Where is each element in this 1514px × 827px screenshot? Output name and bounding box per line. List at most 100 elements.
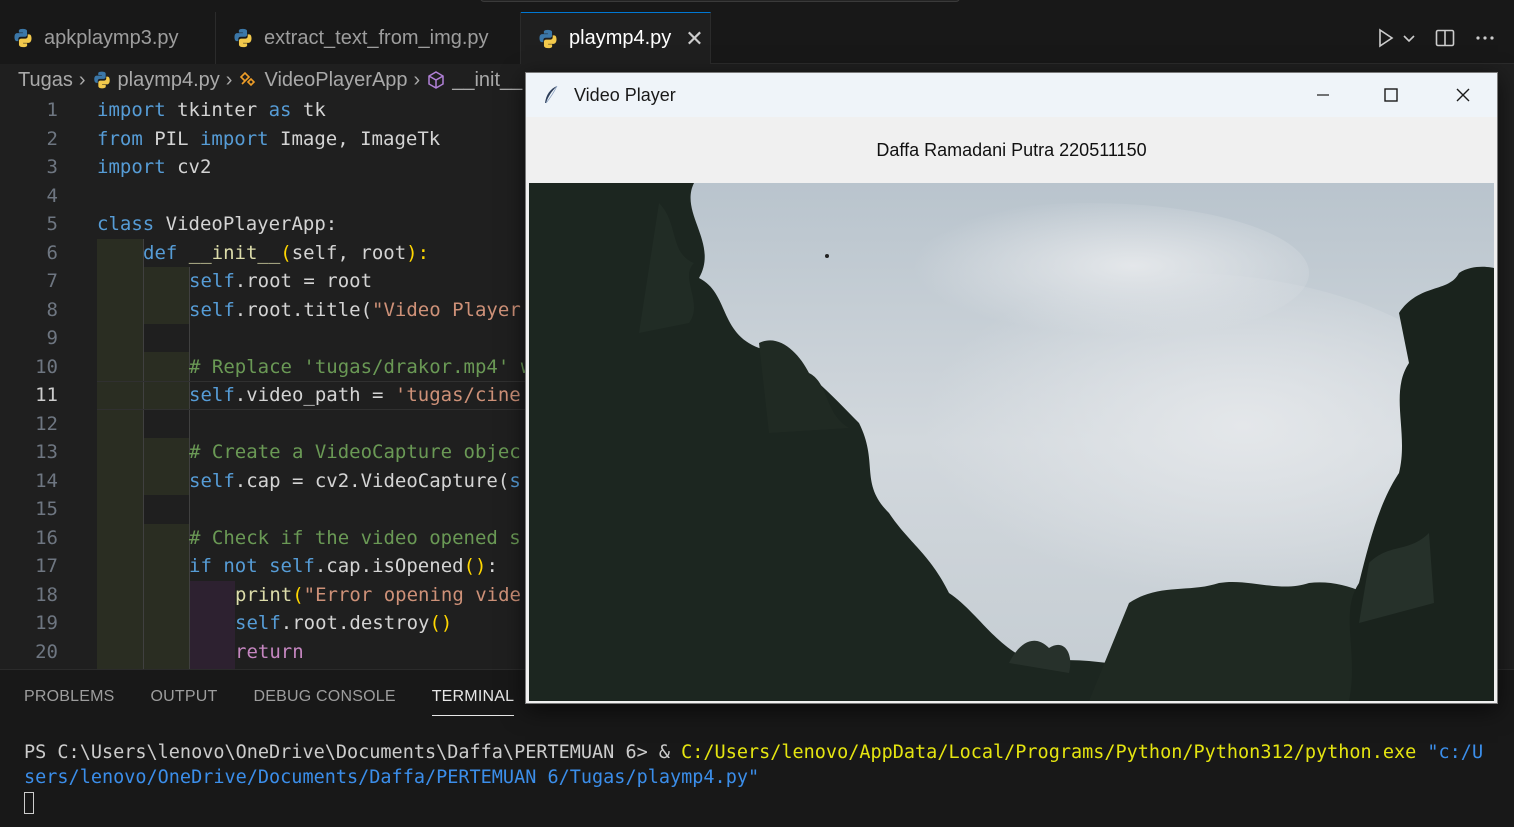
minimize-icon bbox=[1317, 94, 1329, 96]
line-number: 9 bbox=[46, 327, 58, 349]
token: # Replace 'tugas/drakor.mp4' w bbox=[189, 355, 533, 378]
panel-tabs: PROBLEMS OUTPUT DEBUG CONSOLE TERMINAL P bbox=[0, 670, 573, 716]
chevron-right-icon: › bbox=[78, 68, 86, 91]
run-icon[interactable] bbox=[1374, 27, 1396, 49]
token: as bbox=[268, 99, 292, 121]
token: # Check if the video opened s bbox=[189, 526, 521, 549]
tab-label: playmp4.py bbox=[569, 27, 672, 49]
command-center[interactable] bbox=[480, 0, 960, 2]
more-actions-icon[interactable] bbox=[1474, 27, 1496, 49]
token: self bbox=[189, 384, 235, 406]
breadcrumb-method[interactable]: __init__ bbox=[452, 69, 522, 92]
token: import bbox=[97, 156, 166, 178]
tab-label: apkplaymp3.py bbox=[44, 26, 179, 49]
tab-label: extract_text_from_img.py bbox=[264, 26, 489, 49]
token: from bbox=[97, 127, 143, 150]
close-button[interactable] bbox=[1430, 73, 1496, 117]
token: .cap = cv2.VideoCapture( bbox=[234, 469, 510, 492]
token: if bbox=[189, 555, 212, 577]
line-number: 7 bbox=[46, 270, 58, 292]
video-frame-image bbox=[529, 183, 1494, 701]
tab-extract-text-from-img[interactable]: extract_text_from_img.py bbox=[216, 12, 521, 64]
breadcrumb-file[interactable]: playmp4.py bbox=[118, 69, 220, 92]
method-icon bbox=[428, 71, 444, 89]
maximize-icon bbox=[1384, 88, 1398, 102]
line-number: 16 bbox=[35, 526, 58, 549]
line-number: 3 bbox=[46, 156, 58, 178]
token: .root.title( bbox=[234, 298, 373, 321]
line-number: 19 bbox=[35, 612, 58, 634]
breadcrumb-class[interactable]: VideoPlayerApp bbox=[264, 69, 407, 92]
tab-terminal[interactable]: TERMINAL bbox=[431, 670, 515, 716]
token: def bbox=[143, 241, 178, 264]
maximize-button[interactable] bbox=[1358, 73, 1424, 117]
close-icon[interactable]: ✕ bbox=[685, 26, 703, 52]
token: , bbox=[337, 241, 361, 264]
token: s bbox=[509, 469, 521, 492]
line-number: 11 bbox=[35, 384, 58, 406]
line-number: 6 bbox=[46, 241, 58, 264]
tab-debug-console[interactable]: DEBUG CONSOLE bbox=[254, 670, 396, 716]
terminal-output[interactable]: PS C:\Users\lenovo\OneDrive\Documents\Da… bbox=[24, 740, 1494, 815]
terminal-exe-path: C:/Users/lenovo/AppData/Local/Programs/P… bbox=[681, 742, 1417, 763]
token: not bbox=[211, 555, 270, 577]
line-number: 10 bbox=[35, 355, 58, 378]
author-label: Daffa Ramadani Putra 220511150 bbox=[876, 139, 1147, 160]
breadcrumb-folder[interactable]: Tugas bbox=[18, 69, 73, 92]
line-number: 17 bbox=[35, 555, 58, 577]
token: import bbox=[97, 99, 166, 121]
line-number: 18 bbox=[35, 583, 58, 606]
line-number: 8 bbox=[46, 298, 58, 321]
token: .root = root bbox=[234, 270, 373, 292]
token: import bbox=[199, 127, 269, 150]
token: ( bbox=[292, 583, 304, 606]
token: 'tugas/cine bbox=[394, 384, 521, 406]
token: class bbox=[97, 213, 155, 235]
token: "Video Player bbox=[372, 298, 521, 321]
window-title-bar[interactable]: Video Player bbox=[526, 73, 1497, 117]
minimize-button[interactable] bbox=[1290, 73, 1356, 117]
token: print bbox=[235, 583, 293, 606]
token: ): bbox=[406, 241, 430, 264]
chevron-down-icon[interactable] bbox=[1402, 31, 1416, 45]
class-icon bbox=[240, 71, 256, 87]
token: cv2 bbox=[165, 156, 212, 178]
video-frame bbox=[529, 183, 1494, 701]
tab-output[interactable]: OUTPUT bbox=[151, 670, 218, 716]
token: return bbox=[235, 640, 304, 663]
tab-apkplaymp3[interactable]: apkplaymp3.py bbox=[0, 12, 216, 64]
token: self bbox=[189, 270, 235, 292]
token: .video_path = bbox=[234, 384, 395, 406]
line-number: 2 bbox=[46, 127, 58, 150]
python-file-icon bbox=[14, 28, 32, 48]
editor-tab-bar: apkplaymp3.py extract_text_from_img.py p… bbox=[0, 12, 1514, 64]
editor-actions bbox=[1374, 12, 1496, 64]
token: ( bbox=[280, 241, 292, 264]
line-number: 1 bbox=[46, 99, 58, 121]
chevron-right-icon: › bbox=[413, 68, 421, 91]
python-file-icon bbox=[539, 29, 557, 48]
line-number: 5 bbox=[46, 213, 58, 235]
token: tkinter bbox=[165, 99, 269, 121]
token: self bbox=[291, 241, 338, 264]
token: self bbox=[189, 298, 235, 321]
token: root bbox=[360, 241, 407, 264]
tab-problems[interactable]: PROBLEMS bbox=[24, 670, 115, 716]
token: .cap.isOpened bbox=[314, 555, 464, 577]
python-file-icon bbox=[93, 71, 110, 89]
line-number: 20 bbox=[35, 640, 58, 663]
line-number: 12 bbox=[35, 412, 58, 435]
tk-feather-icon bbox=[545, 85, 558, 104]
token: Image, ImageTk bbox=[268, 127, 441, 150]
chevron-right-icon: › bbox=[225, 68, 233, 91]
title-bar bbox=[0, 0, 1514, 12]
token: : bbox=[486, 555, 498, 577]
line-number: 14 bbox=[35, 469, 58, 492]
token: PIL bbox=[142, 127, 200, 150]
tab-playmp4[interactable]: playmp4.py ✕ bbox=[521, 12, 711, 64]
line-number: 15 bbox=[35, 498, 58, 520]
split-editor-icon[interactable] bbox=[1434, 27, 1456, 49]
token: VideoPlayerApp: bbox=[154, 213, 338, 235]
token: self bbox=[269, 555, 315, 577]
token: () bbox=[429, 612, 453, 634]
